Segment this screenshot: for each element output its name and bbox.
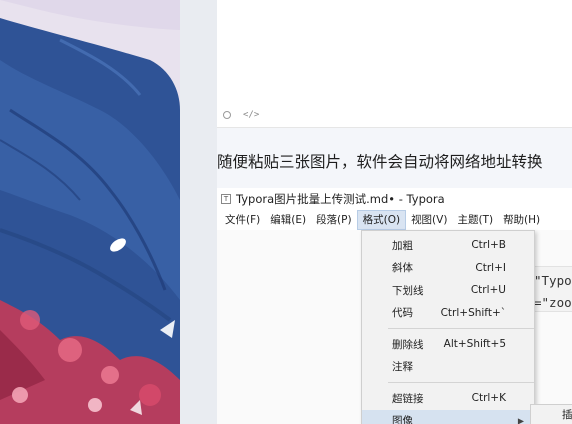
menu-item-bold[interactable]: 加粗 Ctrl+B bbox=[362, 234, 534, 257]
menu-item-comment[interactable]: 注释 bbox=[362, 356, 534, 379]
embed-toolbar: </> bbox=[223, 110, 259, 120]
menu-help[interactable]: 帮助(H) bbox=[498, 210, 545, 230]
menu-item-label: 删除线 bbox=[392, 338, 424, 351]
article-paragraph: 随便粘贴三张图片，软件会自动将网络地址转换 bbox=[217, 153, 543, 171]
window-titlebar: T Typora图片批量上传测试.md• - Typora bbox=[217, 188, 572, 210]
submenu-arrow-icon: ▶ bbox=[517, 416, 524, 424]
window-title: Typora图片批量上传测试.md• - Typora bbox=[236, 192, 445, 206]
background-artwork bbox=[0, 0, 180, 424]
menu-item-strikethrough[interactable]: 删除线 Alt+Shift+5 bbox=[362, 333, 534, 356]
menu-item-label: 代码 bbox=[392, 307, 413, 320]
content-gutter bbox=[180, 0, 217, 424]
menu-item-underline[interactable]: 下划线 Ctrl+U bbox=[362, 279, 534, 302]
menu-item-shortcut: Alt+Shift+5 bbox=[443, 338, 506, 351]
menu-item-shortcut: Ctrl+U bbox=[470, 284, 506, 297]
circle-icon[interactable] bbox=[223, 111, 231, 119]
menu-item-shortcut: Ctrl+B bbox=[471, 239, 506, 252]
menu-format[interactable]: 格式(O) bbox=[356, 210, 407, 230]
menu-item-label: 图像 bbox=[392, 415, 413, 424]
image-submenu[interactable]: 插 bbox=[530, 404, 572, 424]
menu-item-label: 超链接 bbox=[392, 392, 424, 405]
menu-item-image[interactable]: 图像 ▶ bbox=[362, 409, 534, 424]
menu-item-italic[interactable]: 斜体 Ctrl+I bbox=[362, 257, 534, 280]
menu-item-shortcut: Ctrl+Shift+` bbox=[440, 306, 506, 319]
submenu-item-label: 插 bbox=[562, 409, 572, 421]
menu-file[interactable]: 文件(F) bbox=[220, 210, 265, 230]
menu-item-label: 斜体 bbox=[392, 262, 413, 275]
embed-panel: </> bbox=[217, 0, 572, 128]
code-icon[interactable]: </> bbox=[243, 110, 259, 120]
menu-paragraph[interactable]: 段落(P) bbox=[311, 210, 357, 230]
menu-item-code[interactable]: 代码 Ctrl+Shift+` bbox=[362, 302, 534, 325]
menu-item-shortcut: Ctrl+I bbox=[475, 261, 506, 274]
menu-edit[interactable]: 编辑(E) bbox=[265, 210, 311, 230]
code-line: "Typor bbox=[534, 273, 572, 288]
menu-item-shortcut: Ctrl+K bbox=[471, 392, 506, 405]
menu-theme[interactable]: 主题(T) bbox=[452, 210, 498, 230]
menu-item-label: 下划线 bbox=[392, 284, 424, 297]
code-block: "Typor ="zoo bbox=[529, 266, 572, 312]
typora-window: T Typora图片批量上传测试.md• - Typora 文件(F) 编辑(E… bbox=[217, 188, 572, 424]
menu-view[interactable]: 视图(V) bbox=[406, 210, 452, 230]
code-line: ="zoo bbox=[534, 295, 572, 310]
typora-logo-icon: T bbox=[221, 194, 231, 204]
format-menu-dropdown: 加粗 Ctrl+B 斜体 Ctrl+I 下划线 Ctrl+U 代码 Ctrl+S… bbox=[361, 230, 535, 424]
menu-item-label: 注释 bbox=[392, 361, 413, 374]
menu-item-label: 加粗 bbox=[392, 239, 413, 252]
menu-separator bbox=[388, 382, 534, 383]
menu-bar: 文件(F) 编辑(E) 段落(P) 格式(O) 视图(V) 主题(T) 帮助(H… bbox=[217, 210, 572, 230]
article-paragraph-area: 随便粘贴三张图片，软件会自动将网络地址转换 bbox=[217, 128, 572, 188]
menu-item-hyperlink[interactable]: 超链接 Ctrl+K bbox=[362, 387, 534, 410]
menu-separator bbox=[388, 328, 534, 329]
